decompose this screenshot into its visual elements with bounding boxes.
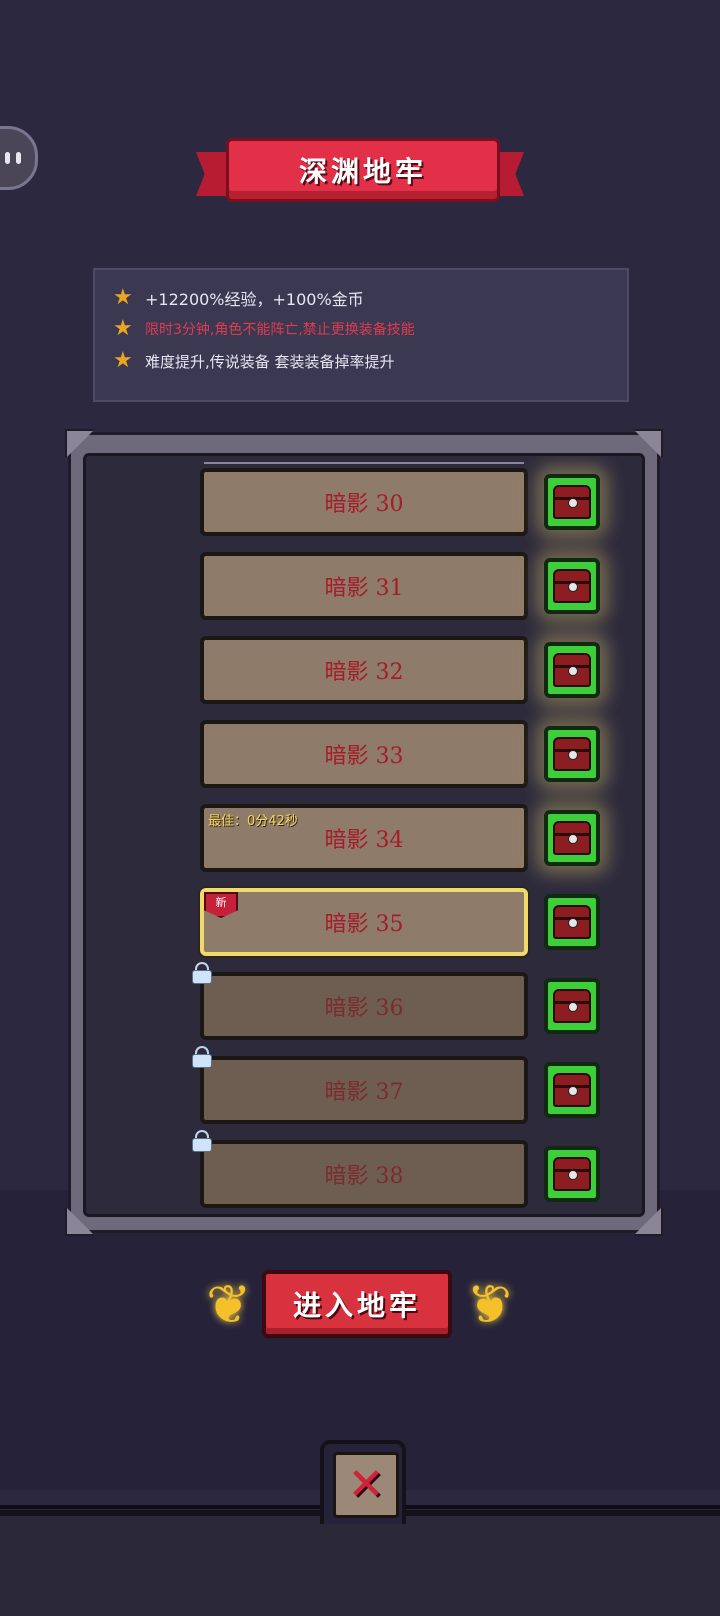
title-banner: 深渊地牢 bbox=[196, 138, 524, 206]
close-tab: ✕ bbox=[320, 1440, 406, 1524]
level-row-36[interactable]: 暗影 36 bbox=[192, 962, 528, 1040]
info-text: 难度提升,传说装备 套装装备掉率提升 bbox=[145, 352, 395, 371]
page-title: 深渊地牢 bbox=[298, 155, 427, 188]
reward-chest-button-36[interactable] bbox=[544, 978, 600, 1034]
level-name: 暗影 31 bbox=[324, 576, 404, 601]
reward-chest-button-34[interactable] bbox=[544, 810, 600, 866]
mascot-face-icon bbox=[5, 152, 10, 164]
level-row-31[interactable]: 暗影 31 bbox=[200, 552, 528, 620]
enter-dungeon-button[interactable]: 进入地牢 bbox=[262, 1270, 452, 1338]
wing-left-icon: ❦ bbox=[206, 1273, 252, 1336]
reward-chest-button-30[interactable] bbox=[544, 474, 600, 530]
level-row-33[interactable]: 暗影 33 bbox=[200, 720, 528, 788]
level-row-37[interactable]: 暗影 37 bbox=[192, 1046, 528, 1124]
enter-dungeon-label: 进入地牢 bbox=[292, 1289, 421, 1322]
info-text: +12200%经验，+100%金币 bbox=[145, 290, 364, 309]
level-name: 暗影 30 bbox=[324, 492, 404, 517]
new-badge: 新 bbox=[204, 892, 238, 918]
padlock-icon bbox=[192, 1130, 212, 1152]
level-name: 暗影 33 bbox=[324, 744, 404, 769]
treasure-chest-icon bbox=[553, 737, 591, 771]
info-row-drops: ★ 难度提升,传说装备 套装装备掉率提升 bbox=[113, 350, 395, 372]
treasure-chest-icon bbox=[553, 905, 591, 939]
treasure-chest-icon bbox=[553, 485, 591, 519]
star-icon: ★ bbox=[113, 285, 133, 310]
enter-dungeon-group: ❦ 进入地牢 ❦ bbox=[206, 1270, 512, 1340]
reward-chest-button-31[interactable] bbox=[544, 558, 600, 614]
ground bbox=[0, 1510, 720, 1616]
level-name: 暗影 36 bbox=[324, 996, 404, 1021]
level-name: 暗影 38 bbox=[324, 1164, 404, 1189]
reward-chest-button-38[interactable] bbox=[544, 1146, 600, 1202]
banner-body: 深渊地牢 bbox=[226, 138, 500, 202]
level-row-34[interactable]: 最佳：0分42秒 暗影 34 bbox=[200, 804, 528, 872]
mascot-face-icon-eye bbox=[16, 152, 21, 164]
level-row-35[interactable]: 新 暗影 35 bbox=[200, 888, 528, 956]
level-row-30[interactable]: 暗影 30 bbox=[200, 468, 528, 536]
treasure-chest-icon bbox=[553, 989, 591, 1023]
treasure-chest-icon bbox=[553, 1157, 591, 1191]
close-button[interactable]: ✕ bbox=[333, 1452, 399, 1518]
level-row-38[interactable]: 暗影 38 bbox=[192, 1130, 528, 1208]
list-divider bbox=[204, 462, 524, 464]
padlock-icon bbox=[192, 1046, 212, 1068]
treasure-chest-icon bbox=[553, 821, 591, 855]
info-row-rules: ★ 限时3分钟,角色不能阵亡,禁止更换装备技能 bbox=[113, 318, 415, 340]
level-name: 暗影 37 bbox=[324, 1080, 404, 1105]
level-row-32[interactable]: 暗影 32 bbox=[200, 636, 528, 704]
treasure-chest-icon bbox=[553, 653, 591, 687]
info-text: 限时3分钟,角色不能阵亡,禁止更换装备技能 bbox=[145, 322, 415, 338]
level-list-frame: 暗影 30 暗影 31 暗影 32 暗影 33 最佳：0分42秒 暗影 34 新… bbox=[65, 429, 663, 1236]
best-time: 最佳：0分42秒 bbox=[208, 814, 298, 829]
treasure-chest-icon bbox=[553, 569, 591, 603]
level-name: 暗影 32 bbox=[324, 660, 404, 685]
dungeon-info-panel: ★ +12200%经验，+100%金币 ★ 限时3分钟,角色不能阵亡,禁止更换装… bbox=[93, 268, 629, 402]
reward-chest-button-35[interactable] bbox=[544, 894, 600, 950]
info-row-exp: ★ +12200%经验，+100%金币 bbox=[113, 286, 364, 310]
star-icon: ★ bbox=[113, 348, 133, 373]
reward-chest-button-37[interactable] bbox=[544, 1062, 600, 1118]
wing-right-icon: ❦ bbox=[466, 1273, 512, 1336]
level-name: 暗影 34 bbox=[324, 828, 404, 853]
treasure-chest-icon bbox=[553, 1073, 591, 1107]
close-icon: ✕ bbox=[347, 1459, 385, 1510]
padlock-icon bbox=[192, 962, 212, 984]
level-name: 暗影 35 bbox=[324, 912, 404, 937]
reward-chest-button-33[interactable] bbox=[544, 726, 600, 782]
star-icon: ★ bbox=[113, 316, 133, 341]
level-list[interactable]: 暗影 30 暗影 31 暗影 32 暗影 33 最佳：0分42秒 暗影 34 新… bbox=[83, 453, 645, 1217]
reward-chest-button-32[interactable] bbox=[544, 642, 600, 698]
